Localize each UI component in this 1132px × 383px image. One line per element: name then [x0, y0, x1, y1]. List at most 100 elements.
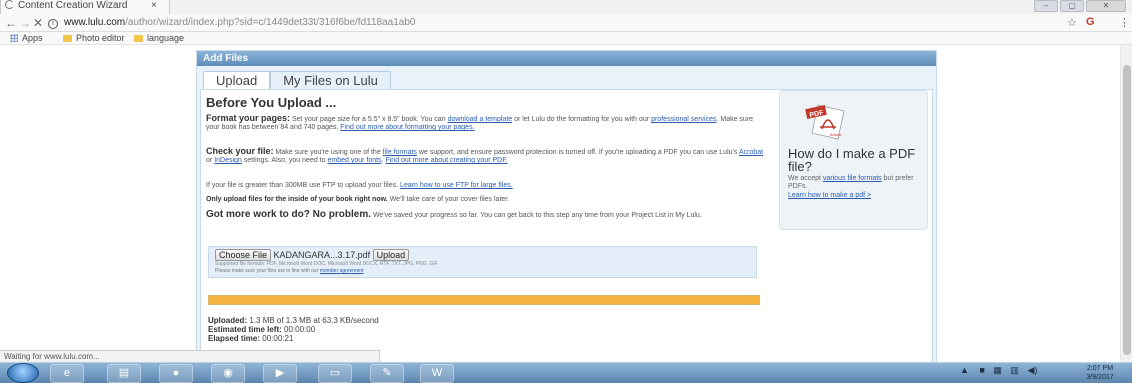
taskbar-clock[interactable]: 2:07 PM 3/9/2017 — [1078, 364, 1122, 382]
format-text: or let Lulu do the formatting for you wi… — [514, 116, 650, 123]
pdf-help-text-part: We accept — [788, 175, 821, 182]
check-text: . — [381, 157, 384, 164]
tray-app-icon[interactable]: ■ — [979, 365, 984, 375]
taskbar-app[interactable]: ▭ — [318, 364, 352, 383]
adobe-label: Adobe — [830, 132, 842, 137]
upload-button[interactable]: Upload — [372, 249, 410, 261]
download-template-link[interactable]: download a template — [448, 116, 513, 123]
various-formats-link[interactable]: various file formats — [823, 175, 882, 182]
panel-tabs: Upload My Files on Lulu — [203, 71, 391, 89]
tab-my-files[interactable]: My Files on Lulu — [270, 71, 391, 89]
info-icon[interactable]: i — [48, 19, 58, 29]
format-pages-paragraph: Format your pages: Set your page size fo… — [206, 114, 768, 132]
url-path: /author/wizard/index.php?sid=c/1449det33… — [125, 17, 416, 28]
bookmark-photo-editor[interactable]: Photo editor — [63, 32, 125, 44]
panel-header: Add Files — [197, 51, 936, 66]
tab-title: Content Creation Wizard — [18, 0, 128, 11]
check-label: Check your file: — [206, 146, 274, 156]
start-button[interactable] — [7, 363, 39, 383]
inside-only-bold: Only upload files for the inside of your… — [206, 196, 388, 203]
clock-time: 2:07 PM — [1086, 365, 1114, 372]
check-text: Make sure you're using one of the — [275, 149, 381, 156]
tab-close-icon[interactable]: × — [151, 0, 157, 13]
bookmark-label: Photo editor — [76, 33, 125, 43]
upload-form: Choose File KADANGARA...3.17.pdf Upload … — [208, 246, 757, 278]
check-text: or — [206, 157, 213, 164]
upload-row: Choose File KADANGARA...3.17.pdf Upload — [215, 249, 410, 261]
selected-file-name: KADANGARA...3.17.pdf — [273, 250, 371, 260]
choose-file-button[interactable]: Choose File — [215, 249, 272, 261]
clock-date: 3/9/2017 — [1086, 374, 1114, 381]
pdf-document-icon: PDF Adobe — [805, 104, 845, 140]
elapsed-value: 00:00:21 — [262, 334, 294, 343]
embed-fonts-link[interactable]: embed your fonts — [327, 157, 381, 164]
taskbar-paint[interactable]: ✎ — [370, 364, 404, 383]
bookmark-star-icon[interactable]: ☆ — [1067, 16, 1077, 29]
bookmark-language[interactable]: language — [134, 32, 184, 44]
ftp-text: If your file is greater than 300MB use F… — [206, 182, 399, 189]
check-text: settings. Also, you need to — [243, 157, 326, 164]
taskbar-explorer[interactable]: ▤ — [107, 364, 141, 383]
media-player-icon: ▶ — [275, 367, 285, 379]
pdf-help-title: How do I make a PDF file? — [788, 146, 916, 174]
keyboard-icon[interactable]: ▥ — [1010, 365, 1019, 375]
firefox-icon: ● — [172, 367, 180, 379]
ftp-link[interactable]: Learn how to use FTP for large files. — [400, 182, 513, 189]
check-file-paragraph: Check your file: Make sure you're using … — [206, 147, 768, 165]
back-icon[interactable]: ← — [5, 16, 17, 30]
maximize-icon[interactable]: ▢ — [1060, 0, 1084, 12]
acrobat-link[interactable]: Acrobat — [739, 149, 763, 156]
file-formats-link[interactable]: file formats — [383, 149, 417, 156]
formatting-pages-link[interactable]: Find out more about formatting your page… — [340, 124, 474, 131]
windows-taskbar: e ▤ ● ◉ ▶ ▭ ✎ W ▲ ■ ▦ ▥ ◀) 2:07 PM 3/9/2… — [0, 362, 1132, 383]
pdf-help-text: We accept various file formats but prefe… — [788, 175, 924, 191]
browser-tab[interactable]: Content Creation Wizard × — [0, 0, 170, 14]
more-work-text: We've saved your progress so far. You ca… — [372, 212, 702, 219]
close-window-icon[interactable]: ✕ — [1086, 0, 1126, 12]
tray-arrow-icon[interactable]: ▲ — [960, 365, 969, 375]
taskbar-ie[interactable]: e — [50, 364, 84, 383]
internet-explorer-icon: e — [63, 367, 71, 379]
ftp-paragraph: If your file is greater than 300MB use F… — [206, 182, 768, 190]
upload-content: Before You Upload ... Format your pages:… — [200, 89, 933, 369]
professional-services-link[interactable]: professional services — [651, 116, 716, 123]
page-scrollbar[interactable] — [1120, 45, 1132, 365]
window-controls: – ▢ ✕ — [1034, 0, 1126, 12]
format-text: Set your page size for a 5.5" x 8.5" boo… — [291, 116, 446, 123]
network-icon[interactable]: ▦ — [993, 365, 1002, 375]
volume-icon[interactable]: ◀) — [1027, 365, 1037, 375]
indesign-link[interactable]: InDesign — [214, 157, 242, 164]
forward-icon[interactable]: → — [19, 16, 31, 30]
uploaded-value: 1.3 MB of 1.3 MB at 63.3 KB/second — [249, 316, 379, 325]
make-pdf-link[interactable]: Learn how to make a pdf > — [788, 192, 871, 199]
menu-icon[interactable]: ⋮ — [1119, 16, 1130, 29]
browser-status-bar: Waiting for www.lulu.com... — [0, 350, 380, 362]
elapsed-label: Elapsed time: — [208, 334, 261, 343]
check-text: we support, and ensure password protecti… — [418, 149, 738, 156]
tab-upload[interactable]: Upload — [203, 71, 271, 89]
loading-spinner-icon — [5, 0, 14, 9]
bookmark-apps[interactable]: Apps — [10, 32, 43, 44]
taskbar-chrome[interactable]: ◉ — [211, 364, 245, 383]
word-icon: W — [431, 367, 443, 379]
apps-grid-icon — [10, 34, 18, 42]
bookmarks-bar: Apps Photo editor language — [0, 32, 1132, 45]
taskbar-firefox[interactable]: ● — [159, 364, 193, 383]
taskbar-media-player[interactable]: ▶ — [263, 364, 297, 383]
extension-icon[interactable]: G — [1086, 16, 1095, 28]
member-agreement-link[interactable]: member agreement — [320, 268, 364, 274]
folder-icon — [63, 35, 72, 42]
more-work-bold: Got more work to do? No problem. — [206, 209, 371, 220]
address-bar[interactable]: i www.lulu.com/author/wizard/index.php?si… — [48, 16, 1048, 30]
taskbar-word[interactable]: W — [420, 364, 454, 383]
window-icon: ▭ — [329, 367, 341, 379]
creating-pdf-link[interactable]: Find out more about creating your PDF. — [385, 157, 507, 164]
stop-icon[interactable]: ✕ — [33, 16, 43, 30]
eta-line: Estimated time left: 00:00:00 — [208, 325, 379, 334]
system-tray: ▲ ■ ▦ ▥ ◀) — [960, 365, 1037, 376]
minimize-icon[interactable]: – — [1034, 0, 1058, 12]
pdf-help-box: PDF Adobe How do I make a PDF file? We a… — [779, 90, 928, 230]
scrollbar-thumb[interactable] — [1123, 65, 1131, 355]
inside-only-paragraph: Only upload files for the inside of your… — [206, 196, 768, 204]
paint-icon: ✎ — [382, 367, 392, 379]
